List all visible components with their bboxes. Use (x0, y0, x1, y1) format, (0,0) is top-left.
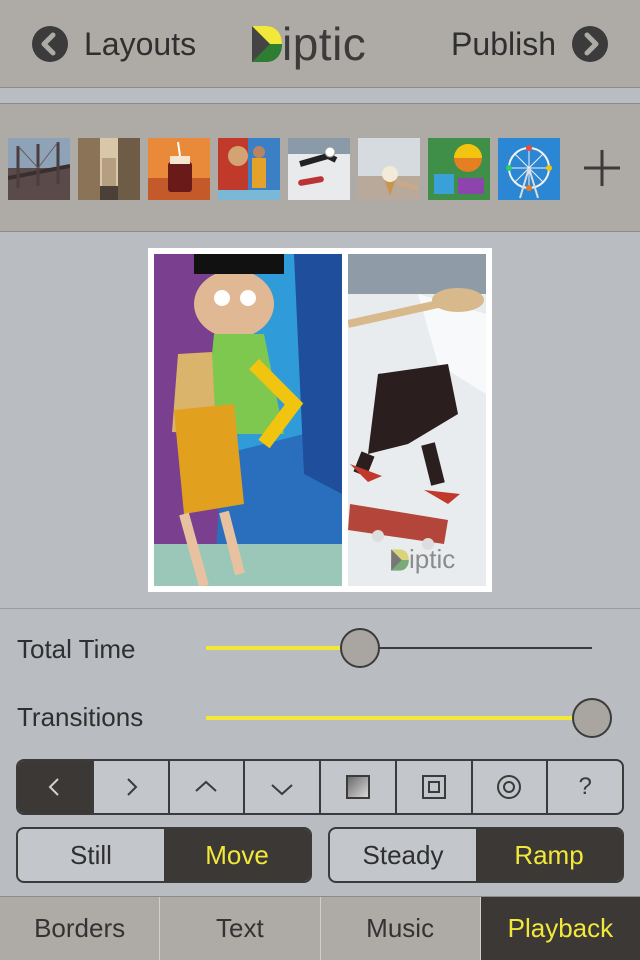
help-button[interactable]: ? (548, 761, 622, 813)
total-time-label: Total Time (17, 634, 136, 664)
layouts-back-button[interactable]: Layouts (32, 22, 196, 66)
chevron-up-icon (195, 780, 218, 792)
thumbnail-ice-cream[interactable] (358, 138, 420, 200)
thumbnail-drink[interactable] (148, 138, 210, 200)
panel-divider (0, 608, 640, 609)
chevron-right-icon (572, 26, 608, 62)
ramp-button[interactable]: Ramp (476, 829, 622, 881)
total-time-fill (206, 646, 361, 650)
nested-square-icon (421, 775, 446, 799)
diptic-watermark: iptic (390, 544, 455, 575)
collage-photo-right[interactable] (348, 254, 486, 586)
movement-direction-control: ? (16, 759, 624, 815)
separator-band (0, 88, 640, 104)
navigation-bar: Layouts iptic Publish (0, 0, 640, 88)
watermark-text: iptic (409, 544, 456, 574)
add-photo-icon[interactable] (580, 146, 624, 190)
steady-button[interactable]: Steady (330, 829, 476, 881)
thumbnail-skater[interactable] (288, 138, 350, 200)
publish-button[interactable]: Publish (451, 22, 608, 66)
transitions-fill (206, 716, 592, 720)
concentric-circle-icon (497, 775, 522, 799)
tab-text[interactable]: Text (160, 897, 321, 960)
watermark-logo-icon (391, 548, 409, 571)
still-button[interactable]: Still (18, 829, 164, 881)
collage-preview[interactable]: iptic (148, 248, 492, 592)
bottom-tab-bar: Borders Text Music Playback (0, 896, 640, 960)
gradient-square-icon (345, 775, 370, 799)
direction-up-button[interactable] (170, 761, 246, 813)
help-label: ? (578, 773, 592, 800)
direction-left-button[interactable] (18, 761, 94, 813)
transitions-slider-thumb[interactable] (572, 698, 612, 738)
zoom-circle-button[interactable] (473, 761, 549, 813)
transitions-label: Transitions (17, 702, 144, 732)
direction-right-button[interactable] (94, 761, 170, 813)
thumbnail-playground[interactable] (428, 138, 490, 200)
chevron-down-icon (271, 784, 293, 796)
zoom-square-button[interactable] (397, 761, 473, 813)
layouts-label: Layouts (84, 25, 197, 62)
publish-label: Publish (451, 25, 556, 62)
tab-borders[interactable]: Borders (0, 897, 161, 960)
logo-text: iptic (282, 18, 367, 70)
speed-mode-control: Steady Ramp (328, 827, 624, 883)
thumbnail-bridge[interactable] (8, 138, 70, 200)
chevron-right-icon (126, 778, 138, 796)
motion-mode-control: Still Move (16, 827, 312, 883)
thumbnail-ferris-wheel[interactable] (498, 138, 560, 200)
tab-playback[interactable]: Playback (480, 897, 640, 960)
tab-music[interactable]: Music (321, 897, 481, 960)
chevron-left-icon (48, 778, 59, 796)
collage-photo-left[interactable] (154, 254, 342, 586)
gradient-square-button[interactable] (321, 761, 397, 813)
diptic-logo-mark-icon (252, 26, 282, 62)
diptic-logo: iptic (250, 14, 366, 74)
move-button[interactable]: Move (164, 829, 310, 881)
thumbnail-city-street[interactable] (78, 138, 140, 200)
total-time-slider-thumb[interactable] (340, 628, 381, 668)
direction-down-button[interactable] (245, 761, 321, 813)
photo-strip (0, 104, 640, 232)
thumbnail-graffiti[interactable] (218, 138, 280, 200)
chevron-left-icon (32, 26, 68, 62)
